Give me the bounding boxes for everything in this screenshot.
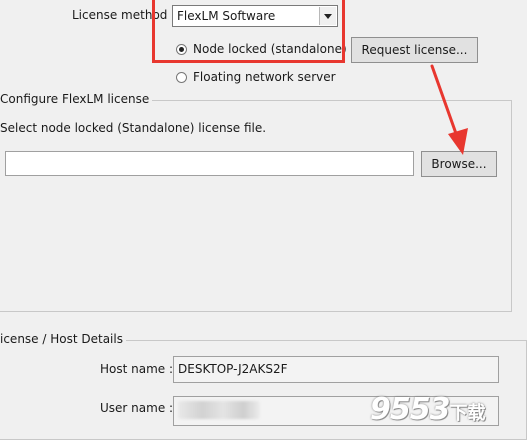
license-method-value: FlexLM Software <box>177 9 276 23</box>
license-file-path-input[interactable] <box>5 151 414 176</box>
host-name-label: Host name : <box>100 362 174 376</box>
red-arrow-annotation <box>430 64 468 155</box>
configure-license-title: Configure FlexLM license <box>0 92 153 106</box>
blurred-username-redaction <box>178 401 260 419</box>
request-license-button[interactable]: Request license... <box>351 37 478 63</box>
license-method-select[interactable]: FlexLM Software <box>172 5 338 27</box>
floating-server-radio[interactable] <box>176 72 187 83</box>
node-locked-radio[interactable] <box>176 44 187 55</box>
host-name-field[interactable]: DESKTOP-J2AKS2F <box>173 356 499 383</box>
node-locked-label[interactable]: Node locked (standalone) <box>193 42 347 56</box>
instruction-text: Select node locked (Standalone) license … <box>0 121 267 135</box>
site-watermark: 9553下载 <box>370 392 486 427</box>
floating-server-label[interactable]: Floating network server <box>193 70 336 84</box>
chevron-down-icon[interactable] <box>319 7 336 25</box>
user-name-label: User name : <box>100 401 174 415</box>
host-details-title: icense / Host Details <box>0 332 126 346</box>
host-name-value: DESKTOP-J2AKS2F <box>178 362 288 376</box>
license-method-label: License method : <box>72 8 176 22</box>
